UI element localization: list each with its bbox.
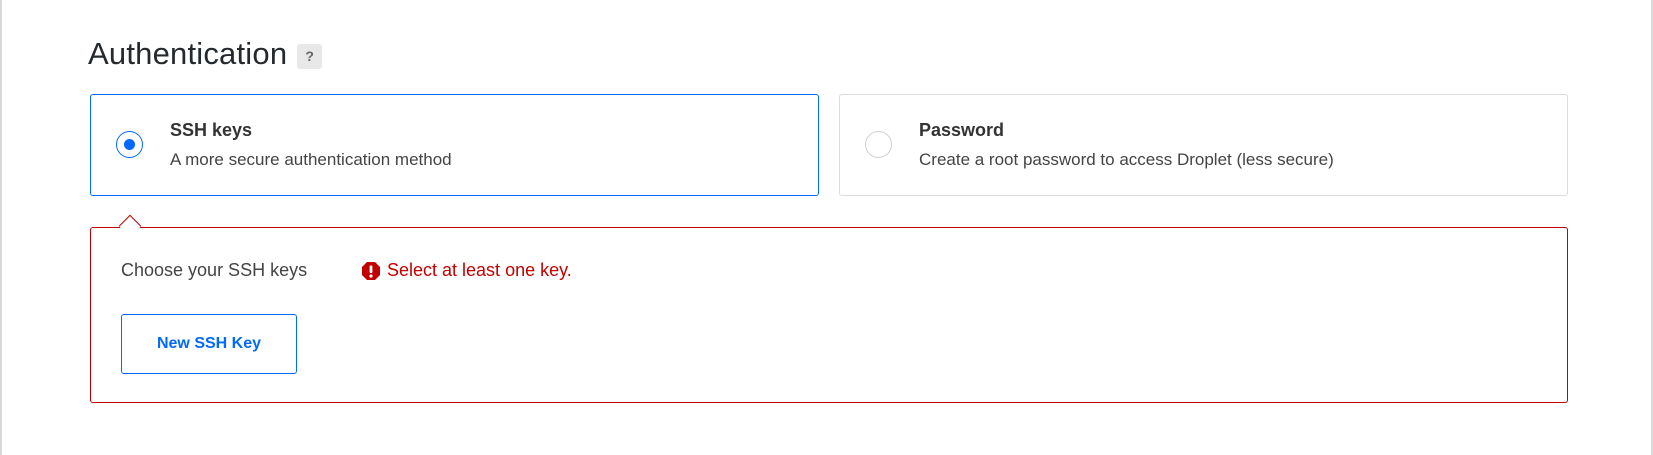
ssh-keys-title: SSH keys: [170, 120, 253, 140]
radio-selected-dot: [124, 139, 135, 150]
ssh-keys-radio[interactable]: [116, 131, 143, 158]
help-icon[interactable]: ?: [297, 43, 323, 69]
ssh-keys-option[interactable]: SSH keys A more secure authentication me…: [90, 94, 819, 196]
section-title: Authentication: [88, 36, 288, 71]
ssh-keys-panel: Choose your SSH keys Select at least one…: [90, 214, 1568, 403]
validation-error: Select at least one key.: [361, 260, 572, 281]
password-option[interactable]: Password Create a root password to acces…: [839, 94, 1568, 196]
password-radio[interactable]: [865, 131, 892, 158]
error-text: Select at least one key.: [387, 260, 572, 280]
error-icon: [362, 261, 380, 280]
password-title: Password: [919, 120, 1005, 140]
authentication-header: Authentication ?: [88, 36, 323, 72]
choose-ssh-keys-label: Choose your SSH keys: [121, 260, 308, 280]
page: Authentication ? SSH keys A more secure …: [0, 0, 1653, 455]
new-ssh-key-button[interactable]: New SSH Key: [121, 314, 297, 374]
password-description: Create a root password to access Droplet…: [919, 150, 1334, 169]
panel-pointer: [118, 214, 142, 238]
ssh-keys-description: A more secure authentication method: [170, 150, 452, 169]
